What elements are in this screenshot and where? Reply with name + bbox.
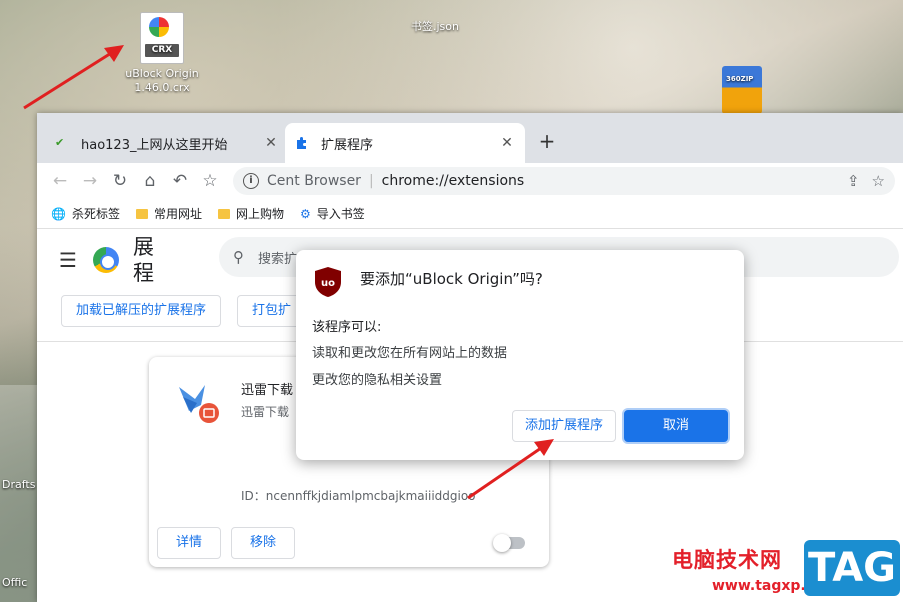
crx-file-label-line2: 1.46.0.crx <box>134 81 190 94</box>
permission-item: 读取和更改您在所有网站上的数据 <box>312 346 508 361</box>
permissions-heading: 该程序可以: <box>312 320 382 335</box>
details-button[interactable]: 详情 <box>157 527 222 559</box>
ublock-origin-icon: uo <box>314 266 342 298</box>
browser-name: Cent Browser <box>267 173 361 189</box>
thunder-download-icon <box>175 381 219 423</box>
arrow-to-crx-icon <box>23 45 124 110</box>
bookmarks-bar: 🌐 杀死标签 常用网址 网上购物 ⚙ 导入书签 <box>37 199 903 229</box>
tab-title: 扩展程序 <box>321 137 374 153</box>
desktop-icon-zip[interactable]: 360ZIP <box>722 66 772 114</box>
desktop-icon-crx[interactable]: CRX uBlock Origin 1.46.0.crx <box>122 12 202 95</box>
tab-title: hao123_上网从这里开始 <box>81 137 228 153</box>
bookmark-star-icon[interactable]: ☆ <box>195 171 225 191</box>
extension-description: 迅雷下载 <box>241 405 290 419</box>
bookmark-kill-tabs[interactable]: 🌐 杀死标签 <box>51 205 120 222</box>
bookmark-shopping[interactable]: 网上购物 <box>217 205 284 222</box>
tab-extensions[interactable]: 扩展程序 ✕ <box>285 123 525 163</box>
remove-button[interactable]: 移除 <box>231 527 296 559</box>
cancel-button[interactable]: 取消 <box>624 410 728 442</box>
url-text: chrome://extensions <box>381 173 525 189</box>
tab-strip: ✔ hao123_上网从这里开始 ✕ 扩展程序 ✕ + <box>37 113 903 163</box>
search-icon: ⚲ <box>233 248 244 266</box>
bookmark-common-sites[interactable]: 常用网址 <box>135 205 202 222</box>
reload-icon[interactable]: ↻ <box>105 171 135 191</box>
extension-id: ID：ncennffkjdiamlpmcbajkmaiiiddgioo <box>241 489 476 503</box>
star-icon[interactable]: ☆ <box>872 172 885 190</box>
gear-icon: ⚙ <box>300 206 311 221</box>
bookmark-import[interactable]: ⚙ 导入书签 <box>300 205 365 222</box>
folder-icon <box>217 208 230 219</box>
close-icon[interactable]: ✕ <box>499 135 515 151</box>
puzzle-icon <box>295 136 313 150</box>
watermark-text: 电脑技术网 <box>672 548 782 572</box>
share-icon[interactable]: ⇪ <box>847 172 860 190</box>
folder-icon <box>135 208 148 219</box>
site-info-icon[interactable]: i <box>243 173 259 189</box>
watermark-tag-logo: TAG <box>804 540 900 596</box>
extension-name: 迅雷下载 <box>241 383 294 398</box>
undo-close-icon[interactable]: ↶ <box>165 171 195 191</box>
desktop-left-strip <box>0 385 37 602</box>
crx-file-label-line1: uBlock Origin <box>125 67 199 80</box>
globe-icon: 🌐 <box>51 206 66 221</box>
omnibox-separator: | <box>368 173 374 189</box>
page-title: 展 程 <box>132 235 154 285</box>
add-extension-button[interactable]: 添加扩展程序 <box>512 410 616 442</box>
tab-hao123[interactable]: ✔ hao123_上网从这里开始 ✕ <box>45 123 289 163</box>
dialog-title: 要添加“uBlock Origin”吗? <box>360 270 543 288</box>
desktop-icon-json[interactable]: 书签.json <box>400 20 470 34</box>
chrome-logo-icon <box>92 247 119 273</box>
address-bar[interactable]: i Cent Browser | chrome://extensions ⇪ ☆ <box>233 167 895 195</box>
zip-archive-icon: 360ZIP <box>722 66 762 114</box>
crx-file-icon: CRX <box>140 12 184 64</box>
close-icon[interactable]: ✕ <box>263 135 279 151</box>
menu-icon[interactable]: ☰ <box>59 248 77 272</box>
load-unpacked-button[interactable]: 加载已解压的扩展程序 <box>61 295 222 327</box>
add-extension-dialog: uo 要添加“uBlock Origin”吗? 该程序可以: 读取和更改您在所有… <box>296 250 744 460</box>
permission-item: 更改您的隐私相关设置 <box>312 373 443 388</box>
json-file-label: 书签.json <box>411 20 459 33</box>
home-icon[interactable]: ⌂ <box>135 171 165 191</box>
new-tab-button[interactable]: + <box>535 129 559 153</box>
browser-toolbar: ← → ↻ ⌂ ↶ ☆ i Cent Browser | chrome://ex… <box>37 163 903 199</box>
hao123-icon: ✔ <box>55 136 65 149</box>
forward-arrow-icon[interactable]: → <box>75 171 105 191</box>
extension-enable-toggle[interactable] <box>493 534 525 552</box>
back-arrow-icon[interactable]: ← <box>45 171 75 191</box>
svg-text:uo: uo <box>321 278 335 289</box>
desktop-label-drafts: Drafts <box>2 478 36 491</box>
desktop-label-office: Offic <box>2 576 28 589</box>
